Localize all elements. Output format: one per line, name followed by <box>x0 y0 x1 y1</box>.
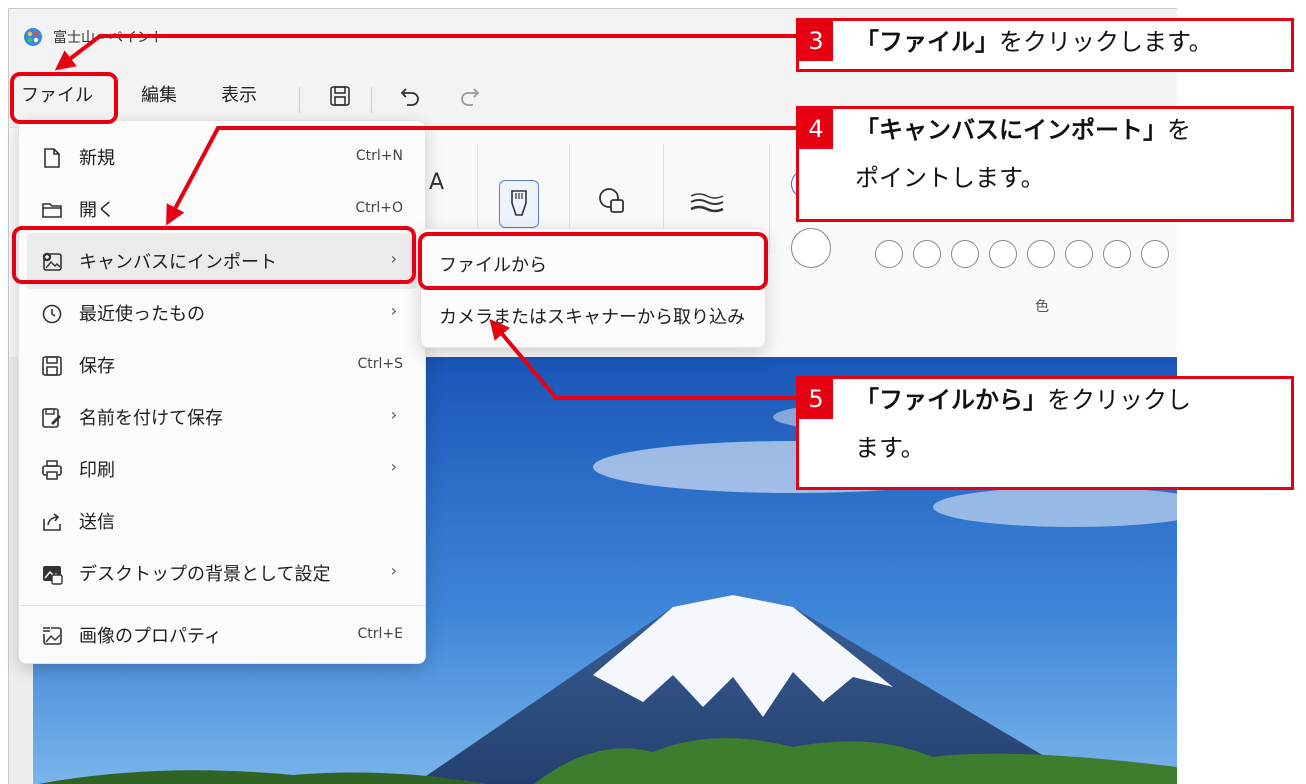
file-menu-item-recent[interactable]: 最近使ったもの › <box>27 285 417 341</box>
printer-icon <box>42 460 62 480</box>
file-menu-label: 名前を付けて保存 <box>79 408 223 429</box>
file-menu-label: 開く <box>79 200 115 221</box>
highlight-from-file <box>418 232 768 290</box>
callout-rest: をクリックします。 <box>999 28 1213 56</box>
shapes-tool[interactable] <box>597 186 629 222</box>
text-tool[interactable]: A <box>429 170 444 195</box>
file-menu-item-new[interactable]: 新規 Ctrl+N <box>27 129 417 185</box>
callout-step-5: 5 「ファイルから」をクリックし ます。 <box>796 376 1294 490</box>
image-properties-icon <box>42 626 62 645</box>
desktop-background-icon <box>43 566 63 585</box>
menu-separator <box>371 87 372 113</box>
file-menu-label: 送信 <box>79 512 115 533</box>
paint-app-icon <box>24 28 42 46</box>
screenshot-stage: 富士山 - ペイント ファイル 編集 表示 A 色 新規 Ctrl+N 開く C… <box>0 0 1306 784</box>
color-swatch[interactable] <box>1027 240 1055 268</box>
callout-step-4: 4 「キャンバスにインポート」を ポイントします。 <box>796 106 1294 222</box>
callout-emphasis: 「ファイルから」 <box>855 386 1047 414</box>
line-size-icon <box>690 193 724 213</box>
file-menu-item-print[interactable]: 印刷 › <box>27 441 417 497</box>
save-icon[interactable] <box>323 79 357 113</box>
color-secondary[interactable] <box>791 228 831 268</box>
chevron-right-icon: › <box>390 561 397 580</box>
save-icon <box>42 356 62 376</box>
menu-divider <box>19 605 425 606</box>
share-icon <box>43 513 61 531</box>
chevron-right-icon: › <box>390 301 397 320</box>
file-menu-label: 新規 <box>79 148 115 169</box>
file-menu-label: 画像のプロパティ <box>79 626 222 647</box>
brush-icon <box>511 190 527 216</box>
shapes-icon <box>599 188 624 213</box>
save-as-icon <box>42 408 61 428</box>
callout-rest: をクリックし <box>1047 386 1191 414</box>
color-swatch[interactable] <box>951 240 979 268</box>
file-menu-shortcut: Ctrl+E <box>357 626 404 642</box>
step-number-badge: 4 <box>799 109 833 149</box>
chevron-right-icon: › <box>390 405 397 424</box>
callout-text-line2: ます。 <box>855 434 925 462</box>
step-number-badge: 5 <box>799 379 833 419</box>
colors-group-label: 色 <box>1035 299 1049 315</box>
highlight-import-to-canvas <box>12 226 416 284</box>
callout-emphasis: 「ファイル」 <box>855 28 999 56</box>
redo-icon[interactable] <box>453 79 487 113</box>
highlight-file-menu <box>10 72 118 124</box>
color-swatch[interactable] <box>989 240 1017 268</box>
undo-icon[interactable] <box>393 79 427 113</box>
file-menu-shortcut: Ctrl+N <box>355 148 403 164</box>
color-swatch[interactable] <box>913 240 941 268</box>
callout-text: 「ファイル」をクリックします。 <box>855 17 1213 67</box>
submenu-item-from-camera-scanner[interactable]: カメラまたはスキャナーから取り込み <box>425 289 761 339</box>
callout-rest: を <box>1167 116 1191 144</box>
file-menu-item-save-as[interactable]: 名前を付けて保存 › <box>27 389 417 445</box>
file-menu-item-set-desktop-background[interactable]: デスクトップの背景として設定 › <box>27 545 417 601</box>
callout-text-line2: ポイントします。 <box>855 164 1045 192</box>
submenu-label: カメラまたはスキャナーから取り込み <box>439 307 745 328</box>
callout-text: 「ファイルから」をクリックし <box>855 375 1191 425</box>
clock-icon <box>42 304 62 324</box>
file-menu: 新規 Ctrl+N 開く Ctrl+O キャンバスにインポート › 最近使ったも… <box>18 120 426 664</box>
file-menu-item-save[interactable]: 保存 Ctrl+S <box>27 337 417 393</box>
file-menu-item-image-properties[interactable]: 画像のプロパティ Ctrl+E <box>27 607 417 663</box>
file-menu-label: デスクトップの背景として設定 <box>79 564 331 585</box>
chevron-right-icon: › <box>390 457 397 476</box>
window-title: 富士山 - ペイント <box>53 30 165 46</box>
color-swatch[interactable] <box>1065 240 1093 268</box>
menu-edit[interactable]: 編集 <box>141 81 177 107</box>
file-menu-label: 印刷 <box>79 460 115 481</box>
size-tool[interactable] <box>689 190 725 220</box>
new-document-icon <box>44 148 60 168</box>
file-menu-item-send[interactable]: 送信 <box>27 493 417 549</box>
step-number-badge: 3 <box>799 21 833 61</box>
color-swatch[interactable] <box>1103 240 1131 268</box>
color-swatch[interactable] <box>1141 240 1169 268</box>
callout-text: 「キャンバスにインポート」を <box>855 105 1191 155</box>
ribbon-separator <box>769 144 770 254</box>
color-swatch[interactable] <box>875 240 903 268</box>
menu-separator <box>299 87 300 113</box>
menu-view[interactable]: 表示 <box>221 81 257 107</box>
file-menu-label: 保存 <box>79 356 115 377</box>
file-menu-shortcut: Ctrl+O <box>355 200 403 216</box>
folder-icon <box>42 203 62 218</box>
callout-emphasis: 「キャンバスにインポート」 <box>855 116 1167 144</box>
callout-step-3: 3 「ファイル」をクリックします。 <box>796 18 1294 72</box>
file-menu-shortcut: Ctrl+S <box>357 356 403 372</box>
file-menu-label: 最近使ったもの <box>79 304 205 325</box>
brush-tool[interactable] <box>499 180 539 228</box>
